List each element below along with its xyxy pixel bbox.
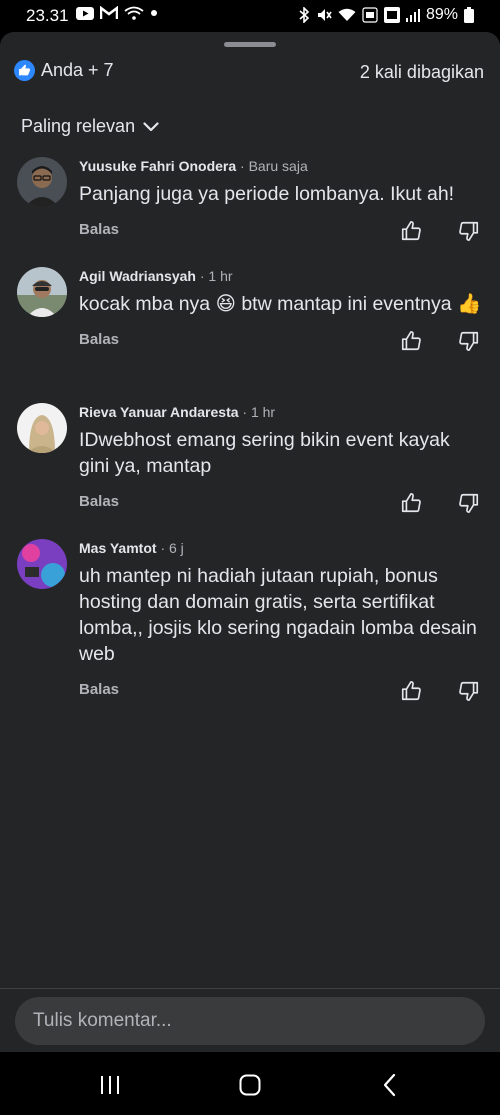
comment-text: IDwebhost emang sering bikin event kayak… bbox=[79, 429, 450, 477]
thumbs-up-icon[interactable] bbox=[398, 218, 424, 244]
thumbs-up-icon[interactable] bbox=[398, 328, 424, 354]
status-bar: 23.31 89% bbox=[0, 0, 500, 32]
comment-author[interactable]: Mas Yamtot bbox=[79, 540, 157, 556]
reply-button[interactable]: Balas bbox=[79, 221, 119, 238]
thumbs-down-icon[interactable] bbox=[456, 490, 482, 516]
comment-time: · 6 j bbox=[160, 540, 184, 556]
comment-text: uh mantep ni hadiah jutaan rupiah, bonus… bbox=[79, 565, 477, 665]
reaction-summary[interactable]: Anda + 7 bbox=[14, 60, 114, 81]
wifi-icon bbox=[338, 8, 356, 22]
battery-percent: 89% bbox=[425, 6, 458, 23]
reaction-count-label: Anda + 7 bbox=[41, 60, 114, 80]
avatar[interactable] bbox=[17, 157, 67, 207]
comment-input[interactable] bbox=[15, 997, 485, 1045]
signal-icon bbox=[405, 8, 420, 22]
volte-icon bbox=[362, 7, 378, 23]
thumbs-up-icon[interactable] bbox=[398, 490, 424, 516]
mute-icon bbox=[316, 7, 332, 23]
gmail-icon bbox=[100, 6, 118, 20]
sort-dropdown[interactable]: Paling relevan bbox=[21, 116, 159, 137]
avatar[interactable] bbox=[17, 267, 67, 317]
reply-button[interactable]: Balas bbox=[79, 681, 119, 698]
system-navigation-bar bbox=[0, 1052, 500, 1115]
comment-author[interactable]: Yuusuke Fahri Onodera bbox=[79, 158, 236, 174]
like-reaction-icon bbox=[14, 60, 35, 81]
recent-apps-icon[interactable] bbox=[97, 1072, 123, 1098]
reply-button[interactable]: Balas bbox=[79, 331, 119, 348]
comment-text: Panjang juga ya periode lombanya. Ikut a… bbox=[79, 183, 455, 205]
wifi-call-icon bbox=[124, 6, 144, 20]
share-count[interactable]: 2 kali dibagikan bbox=[360, 62, 484, 83]
comment-composer-bar bbox=[0, 988, 500, 1052]
thumbs-down-icon[interactable] bbox=[456, 328, 482, 354]
back-icon[interactable] bbox=[377, 1072, 403, 1098]
battery-icon bbox=[464, 7, 474, 23]
reply-button[interactable]: Balas bbox=[79, 493, 119, 510]
chevron-down-icon bbox=[143, 116, 159, 137]
bluetooth-icon bbox=[298, 7, 310, 23]
thumbs-down-icon[interactable] bbox=[456, 218, 482, 244]
comment-author[interactable]: Rieva Yanuar Andaresta bbox=[79, 404, 239, 420]
status-system-icons: 89% bbox=[298, 6, 474, 24]
5g-icon bbox=[383, 7, 400, 23]
avatar[interactable] bbox=[17, 539, 67, 589]
comment-time: · 1 hr bbox=[242, 404, 276, 420]
sort-label: Paling relevan bbox=[21, 116, 136, 136]
comment-author[interactable]: Agil Wadriansyah bbox=[79, 268, 196, 284]
comment-time: · Baru saja bbox=[240, 158, 308, 174]
thumbs-down-icon[interactable] bbox=[456, 678, 482, 704]
thumbs-up-icon[interactable] bbox=[398, 678, 424, 704]
youtube-icon bbox=[76, 6, 94, 20]
comment-time: · 1 hr bbox=[199, 268, 233, 284]
avatar[interactable] bbox=[17, 403, 67, 453]
status-time: 23.31 bbox=[26, 6, 69, 25]
comment-text: kocak mba nya 😆 btw mantap ini eventnya … bbox=[79, 293, 482, 315]
sheet-drag-handle[interactable] bbox=[224, 42, 276, 47]
home-icon[interactable] bbox=[237, 1072, 263, 1098]
dot-icon bbox=[150, 9, 158, 17]
comments-sheet: Anda + 7 2 kali dibagikan Paling relevan… bbox=[0, 32, 500, 988]
status-notification-icons bbox=[76, 6, 158, 20]
